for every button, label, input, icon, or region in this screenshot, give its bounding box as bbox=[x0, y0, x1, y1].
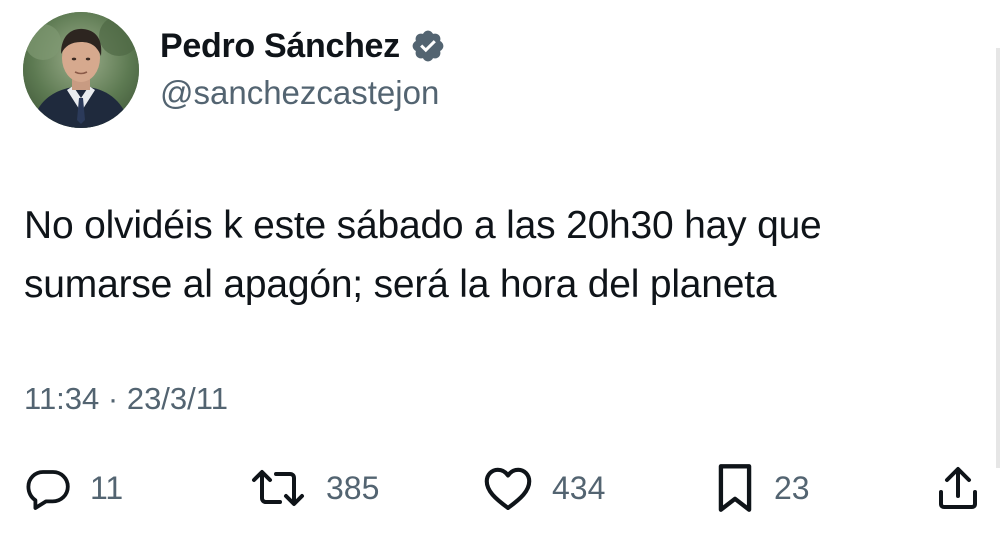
like-button[interactable]: 434 bbox=[482, 460, 605, 516]
verified-icon bbox=[412, 30, 444, 62]
share-icon bbox=[939, 467, 977, 509]
author-handle[interactable]: @sanchezcastejon bbox=[160, 74, 439, 112]
retweet-button[interactable]: 385 bbox=[248, 460, 379, 516]
tweet-timestamp[interactable]: 11:34 · 23/3/11 bbox=[24, 381, 228, 417]
bookmark-icon bbox=[718, 464, 752, 512]
reply-button[interactable]: 11 bbox=[24, 460, 123, 516]
bookmark-button[interactable]: 23 bbox=[714, 460, 810, 516]
action-bar: 11 385 434 23 bbox=[0, 460, 1000, 516]
bookmark-count: 23 bbox=[774, 469, 810, 506]
share-button[interactable] bbox=[936, 460, 980, 516]
scrollbar-edge bbox=[996, 48, 1000, 468]
retweet-icon bbox=[252, 470, 304, 506]
reply-count: 11 bbox=[90, 469, 124, 506]
retweet-count: 385 bbox=[326, 469, 380, 506]
reply-icon bbox=[26, 470, 70, 510]
like-count: 434 bbox=[552, 469, 606, 506]
avatar[interactable] bbox=[23, 12, 139, 128]
avatar-photo bbox=[23, 12, 139, 128]
like-icon bbox=[484, 467, 532, 510]
tweet-card: Pedro Sánchez @sanchezcastejon No olvidé… bbox=[0, 0, 1000, 546]
author-name-row: Pedro Sánchez bbox=[160, 26, 446, 66]
author-display-name[interactable]: Pedro Sánchez bbox=[160, 27, 400, 66]
tweet-text: No olvidéis k este sábado a las 20h30 ha… bbox=[24, 204, 822, 306]
